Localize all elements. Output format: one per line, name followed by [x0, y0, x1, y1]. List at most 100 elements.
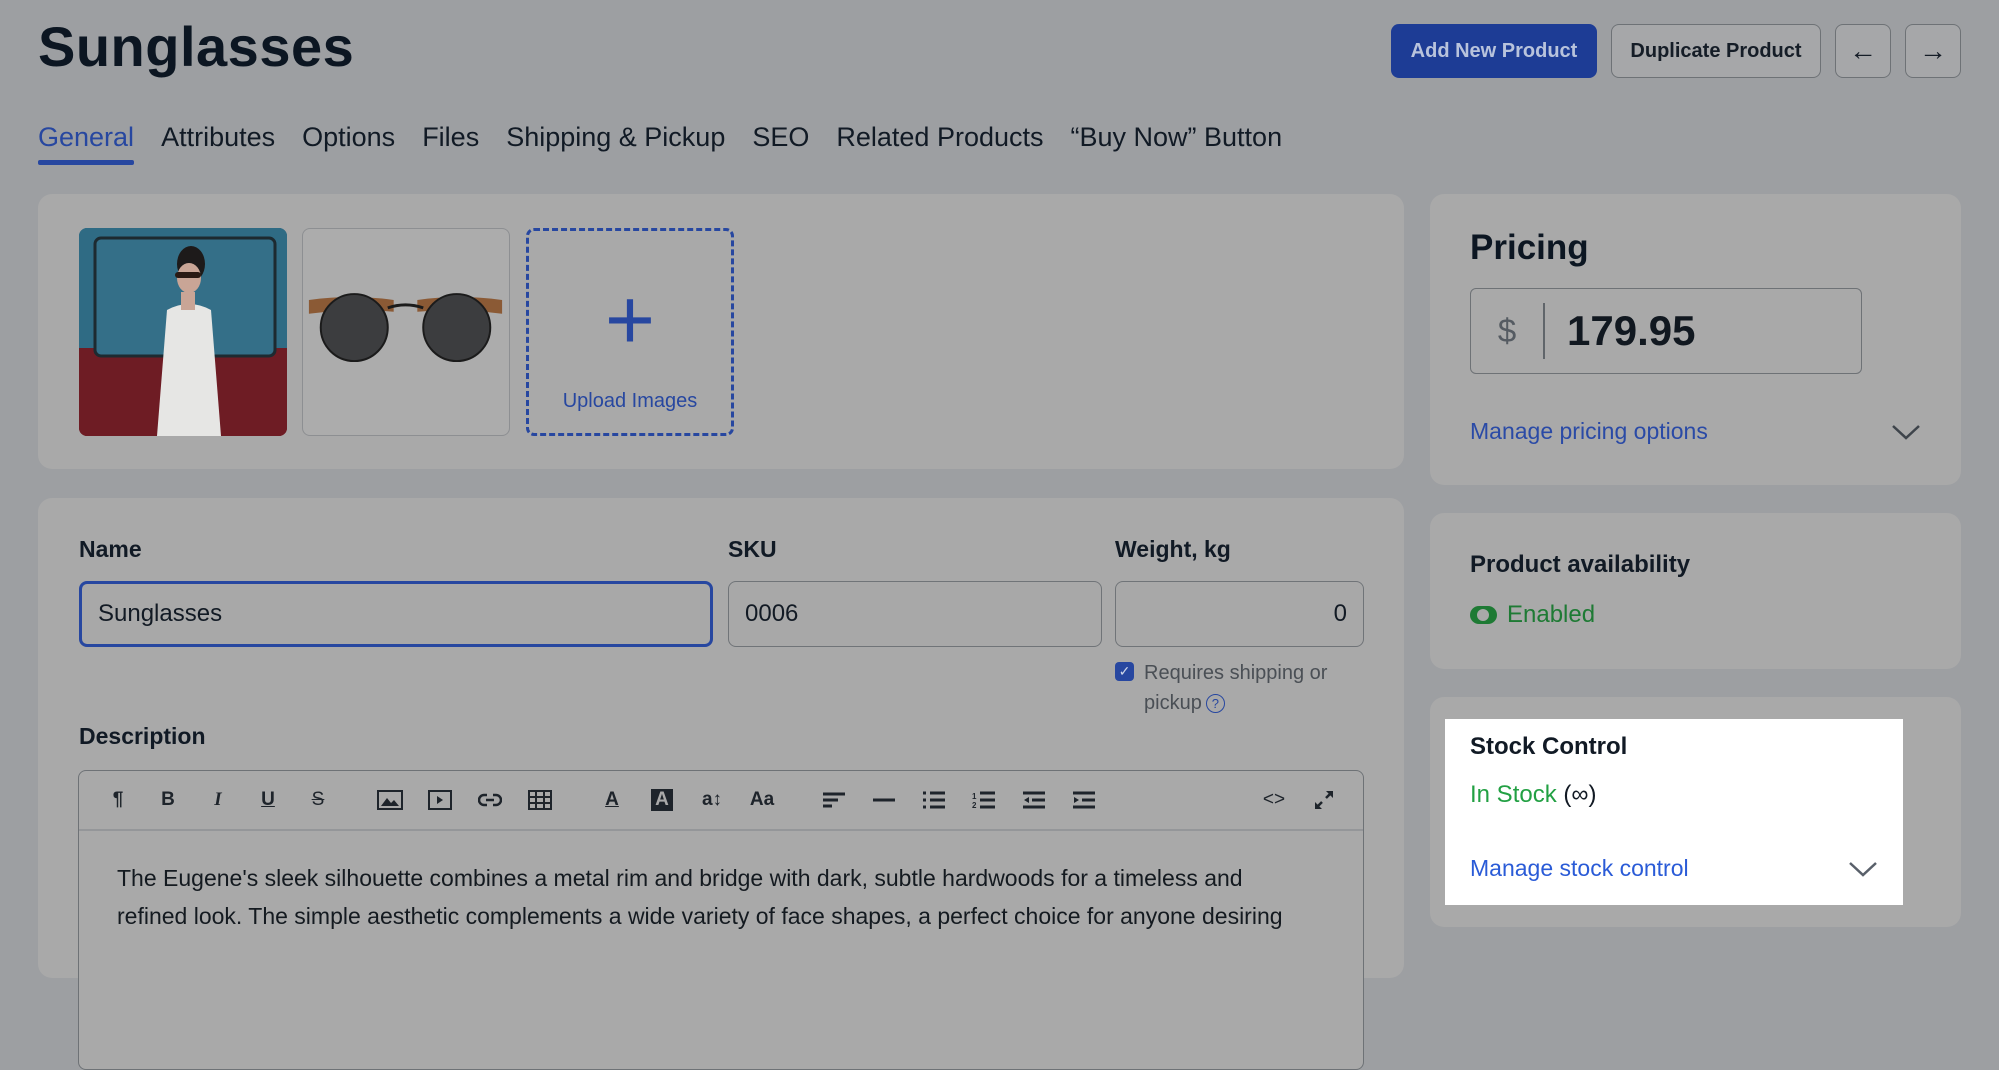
plus-icon: +	[604, 272, 656, 368]
chevron-down-icon[interactable]	[1891, 423, 1921, 441]
availability-toggle[interactable]: Enabled	[1470, 601, 1595, 629]
in-stock-label: In Stock	[1470, 781, 1557, 808]
background-color-icon[interactable]: A	[637, 780, 687, 820]
toggle-on-icon	[1470, 606, 1497, 624]
italic-icon[interactable]: I	[193, 780, 243, 820]
tab-shipping-pickup[interactable]: Shipping & Pickup	[506, 122, 725, 163]
video-glyph	[428, 790, 452, 810]
insert-video-icon[interactable]	[415, 780, 465, 820]
manage-stock-control-link[interactable]: Manage stock control	[1470, 855, 1689, 882]
font-size-icon[interactable]: Aa	[737, 780, 787, 820]
link-glyph	[478, 793, 502, 807]
upload-images-button[interactable]: + Upload Images	[526, 228, 734, 436]
insert-link-icon[interactable]	[465, 780, 515, 820]
pricing-card: Pricing $ 179.95 Manage pricing options	[1430, 194, 1961, 485]
paragraph-format-icon[interactable]: ¶	[93, 780, 143, 820]
tab-general[interactable]: General	[38, 122, 135, 165]
availability-status: Enabled	[1507, 601, 1596, 628]
svg-text:1: 1	[972, 792, 977, 801]
insert-table-icon[interactable]	[515, 780, 565, 820]
pricing-title: Pricing	[1470, 228, 1589, 267]
tab-options[interactable]: Options	[302, 122, 395, 163]
sku-input[interactable]: 0006	[728, 581, 1102, 647]
product-tabs: General Attributes Options Files Shippin…	[38, 122, 1283, 165]
sunglasses-photo-illustration	[308, 293, 503, 363]
indent-glyph	[1073, 791, 1095, 809]
requires-shipping-checkbox[interactable]: ✓	[1115, 662, 1134, 681]
editor-toolbar: ¶ B I U S A A a↕ Aa 1 2 <>	[79, 771, 1363, 831]
duplicate-product-button[interactable]: Duplicate Product	[1611, 24, 1821, 78]
expand-glyph	[1315, 791, 1333, 809]
requires-shipping-text: Requires shipping or pickup?	[1144, 658, 1375, 718]
background-color-glyph: A	[651, 789, 673, 811]
page-title: Sunglasses	[38, 15, 355, 78]
description-line: The Eugene's sleek silhouette combines a…	[117, 865, 1243, 891]
stock-quantity: (∞)	[1563, 781, 1597, 808]
indent-icon[interactable]	[1059, 780, 1109, 820]
arrow-left-icon: ←	[1849, 35, 1877, 66]
numbered-list-glyph: 12	[972, 791, 995, 809]
requires-shipping-row: ✓ Requires shipping or pickup?	[1115, 658, 1375, 718]
stock-control-card: Stock Control In Stock (∞) Manage stock …	[1430, 697, 1961, 927]
previous-product-button[interactable]: ←	[1835, 24, 1891, 78]
bold-icon[interactable]: B	[143, 780, 193, 820]
price-input[interactable]: $ 179.95	[1470, 288, 1862, 374]
hr-glyph	[873, 798, 895, 802]
outdent-icon[interactable]	[1009, 780, 1059, 820]
insert-image-icon[interactable]	[365, 780, 415, 820]
name-label: Name	[79, 536, 142, 562]
tab-seo[interactable]: SEO	[752, 122, 809, 163]
product-image-thumbnail[interactable]	[302, 228, 510, 436]
manage-pricing-row[interactable]: Manage pricing options	[1470, 418, 1921, 445]
align-glyph	[823, 792, 845, 808]
stock-status: In Stock (∞)	[1470, 781, 1596, 809]
name-input[interactable]: Sunglasses	[79, 581, 713, 647]
fullscreen-icon[interactable]	[1299, 780, 1349, 820]
description-text-area[interactable]: The Eugene's sleek silhouette combines a…	[79, 831, 1363, 963]
code-view-icon[interactable]: <>	[1249, 780, 1299, 820]
header-actions: Add New Product Duplicate Product ← →	[1391, 24, 1961, 78]
stock-control-title: Stock Control	[1470, 733, 1628, 760]
bullet-list-icon[interactable]	[909, 780, 959, 820]
tab-attributes[interactable]: Attributes	[161, 122, 275, 163]
chevron-down-icon[interactable]	[1848, 860, 1878, 878]
sku-label: SKU	[728, 536, 777, 562]
strikethrough-icon[interactable]: S	[293, 780, 343, 820]
numbered-list-icon[interactable]: 12	[959, 780, 1009, 820]
manage-pricing-options-link[interactable]: Manage pricing options	[1470, 418, 1708, 445]
currency-symbol: $	[1497, 312, 1517, 349]
description-line: refined look. The simple aesthetic compl…	[117, 903, 1283, 929]
line-height-icon[interactable]: a↕	[687, 780, 737, 820]
weight-label: Weight, kg	[1115, 536, 1231, 562]
next-product-button[interactable]: →	[1905, 24, 1961, 78]
description-editor: ¶ B I U S A A a↕ Aa 1 2 <> The Eugene's …	[78, 770, 1364, 1070]
outdent-glyph	[1023, 791, 1045, 809]
manage-stock-row[interactable]: Manage stock control	[1470, 855, 1878, 882]
stock-control-highlight: Stock Control In Stock (∞) Manage stock …	[1445, 719, 1903, 905]
text-color-icon[interactable]: A	[587, 780, 637, 820]
svg-text:2: 2	[972, 801, 977, 809]
tab-files[interactable]: Files	[422, 122, 479, 163]
product-availability-card: Product availability Enabled	[1430, 513, 1961, 669]
add-new-product-button[interactable]: Add New Product	[1391, 24, 1597, 78]
arrow-right-icon: →	[1919, 35, 1947, 66]
horizontal-line-icon[interactable]	[859, 780, 909, 820]
align-left-icon[interactable]	[809, 780, 859, 820]
product-images-card: + Upload Images	[38, 194, 1404, 469]
requires-shipping-label: Requires shipping or pickup	[1144, 662, 1328, 714]
help-icon[interactable]: ?	[1205, 694, 1225, 714]
image-glyph	[377, 790, 403, 810]
product-image-thumbnail[interactable]	[79, 228, 287, 436]
product-details-card: Name Sunglasses SKU 0006 Weight, kg 0 ✓ …	[38, 498, 1404, 1070]
tab-related-products[interactable]: Related Products	[836, 122, 1043, 163]
toolbar-right-group: <>	[1249, 780, 1349, 820]
underline-icon[interactable]: U	[243, 780, 293, 820]
table-glyph	[528, 790, 552, 810]
tab-buy-now-button[interactable]: “Buy Now” Button	[1071, 122, 1283, 163]
model-photo-illustration	[79, 228, 287, 436]
weight-input[interactable]: 0	[1115, 581, 1364, 647]
bullet-list-glyph	[923, 791, 945, 809]
description-label: Description	[79, 723, 206, 749]
availability-title: Product availability	[1470, 551, 1691, 578]
upload-images-label: Upload Images	[562, 390, 698, 412]
